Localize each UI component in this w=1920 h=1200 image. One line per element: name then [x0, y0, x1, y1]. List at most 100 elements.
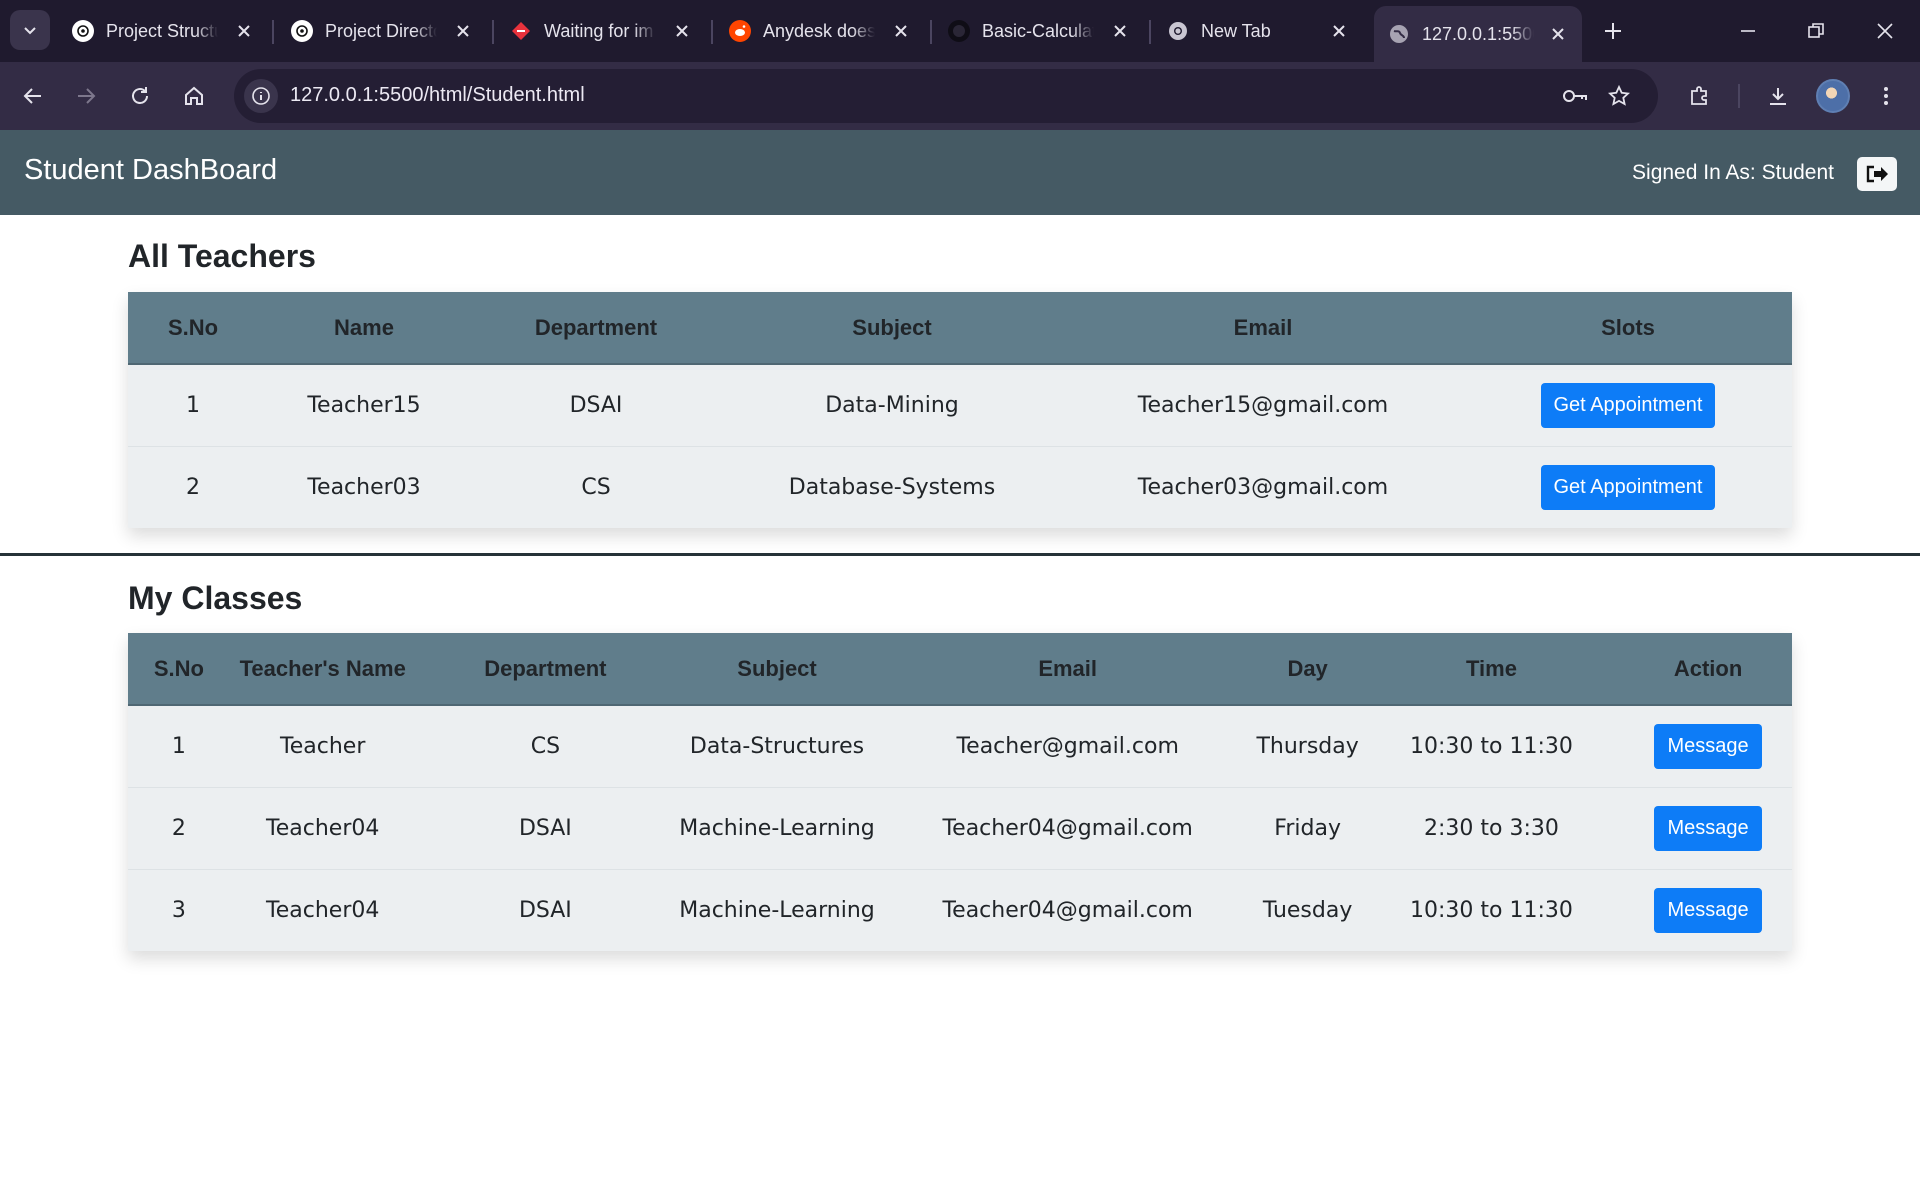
close-tab-icon[interactable]	[451, 19, 475, 43]
close-tab-icon[interactable]	[1327, 19, 1351, 43]
action-cell: Message	[1624, 705, 1792, 787]
table-row: 3 Teacher04 DSAI Machine-Learning Teache…	[128, 868, 1792, 951]
tab-title: Project Structu	[106, 20, 218, 41]
teacher-name-cell: Teacher	[280, 733, 366, 759]
column-header: Time	[1358, 633, 1625, 706]
minimize-button[interactable]	[1731, 14, 1765, 48]
close-icon	[1877, 23, 1893, 39]
logout-button[interactable]	[1857, 157, 1897, 191]
subject-cell: Data-Mining	[825, 392, 959, 418]
forward-button[interactable]	[68, 78, 104, 114]
table-header-row: S.No Teacher's Name Department Subject E…	[128, 633, 1792, 706]
subject-cell: Database-Systems	[722, 445, 1062, 528]
section-divider	[0, 553, 1920, 556]
password-key-button[interactable]	[1560, 81, 1590, 111]
subject-cell: Machine-Learning	[675, 868, 879, 951]
browser-menu-button[interactable]	[1868, 78, 1904, 114]
message-button[interactable]: Message	[1654, 805, 1762, 851]
minimize-icon	[1741, 30, 1755, 32]
column-header: Slots	[1464, 292, 1792, 365]
downloads-button[interactable]	[1760, 78, 1796, 114]
diamond-icon	[510, 20, 532, 42]
browser-tab-active[interactable]: 127.0.0.1:5500	[1374, 6, 1582, 62]
close-tab-icon[interactable]	[889, 19, 913, 43]
teacher-name-cell: Teacher04	[229, 868, 416, 951]
close-tab-icon[interactable]	[232, 19, 256, 43]
plus-icon	[1605, 23, 1621, 39]
slots-cell: Get Appointment	[1464, 364, 1792, 446]
browser-toolbar: 127.0.0.1:5500/html/Student.html	[0, 62, 1920, 130]
restore-icon	[1808, 23, 1824, 38]
subject-cell: Data-Structures	[689, 733, 865, 759]
slots-cell: Get Appointment	[1464, 445, 1792, 528]
close-tab-icon[interactable]	[670, 19, 694, 43]
browser-tab-3[interactable]: Waiting for im	[496, 8, 706, 54]
table-row: 1 Teacher CS Data-Structures Teacher@gma…	[128, 705, 1792, 787]
profile-avatar[interactable]	[1816, 79, 1850, 113]
sno-cell: 2	[128, 445, 258, 528]
all-teachers-heading: All Teachers	[128, 238, 316, 274]
message-button[interactable]: Message	[1654, 723, 1762, 769]
new-tab-button[interactable]	[1598, 16, 1628, 46]
close-tab-icon[interactable]	[1546, 22, 1570, 46]
column-header: Department	[415, 633, 676, 706]
get-appointment-button[interactable]: Get Appointment	[1540, 464, 1716, 510]
close-tab-icon[interactable]	[1108, 19, 1132, 43]
dashboard-title: Student DashBoard	[24, 154, 278, 186]
browser-tab-6[interactable]: New Tab	[1153, 8, 1363, 54]
star-icon	[1608, 85, 1630, 106]
column-header: S.No	[128, 292, 258, 365]
sno-cell: 3	[128, 868, 230, 951]
download-icon	[1770, 88, 1786, 105]
url-text[interactable]: 127.0.0.1:5500/html/Student.html	[290, 84, 585, 107]
get-appointment-button[interactable]: Get Appointment	[1540, 382, 1716, 428]
browser-tab-1[interactable]: Project Structu	[58, 8, 268, 54]
address-bar[interactable]: 127.0.0.1:5500/html/Student.html	[234, 69, 1658, 123]
email-cell: Teacher04@gmail.com	[878, 786, 1257, 869]
puzzle-icon	[1691, 86, 1707, 105]
department-cell: DSAI	[569, 392, 623, 418]
email-cell: Teacher04@gmail.com	[878, 868, 1257, 951]
time-cell: 10:30 to 11:30	[1410, 733, 1573, 759]
openai-icon	[291, 20, 313, 42]
tab-title: Basic-Calculat	[982, 20, 1094, 41]
restore-button[interactable]	[1799, 14, 1833, 48]
tab-separator	[930, 20, 932, 44]
tab-title: 127.0.0.1:5500	[1422, 23, 1534, 44]
sno-cell: 1	[186, 392, 200, 418]
column-header: Subject	[675, 633, 879, 706]
message-button[interactable]: Message	[1654, 887, 1762, 933]
department-cell: DSAI	[415, 786, 676, 869]
browser-tab-4[interactable]: Anydesk doesn	[715, 8, 925, 54]
home-button[interactable]	[176, 78, 212, 114]
reload-button[interactable]	[122, 78, 158, 114]
name-cell: Teacher03	[258, 445, 470, 528]
column-header: Department	[470, 292, 722, 365]
github-icon	[948, 20, 970, 42]
column-header: Email	[1062, 292, 1464, 365]
email-cell: Teacher03@gmail.com	[1062, 445, 1464, 528]
browser-tab-5[interactable]: Basic-Calculat	[934, 8, 1144, 54]
time-cell: 2:30 to 3:30	[1358, 786, 1625, 869]
site-info-button[interactable]	[244, 79, 278, 113]
extensions-button[interactable]	[1681, 78, 1717, 114]
time-cell: 10:30 to 11:30	[1358, 868, 1625, 951]
my-classes-heading: My Classes	[128, 580, 303, 616]
browser-tab-2[interactable]: Project Directo	[277, 8, 487, 54]
department-cell: DSAI	[415, 868, 676, 951]
tab-title: Project Directo	[325, 20, 437, 41]
bookmark-button[interactable]	[1604, 81, 1634, 111]
arrow-left-icon	[23, 88, 41, 104]
arrow-right-icon	[78, 88, 96, 104]
email-cell: Teacher@gmail.com	[956, 733, 1179, 759]
tab-separator	[492, 20, 494, 44]
tab-search-button[interactable]	[10, 10, 50, 50]
close-window-button[interactable]	[1868, 14, 1902, 48]
chrome-icon	[1167, 20, 1189, 42]
back-button[interactable]	[15, 78, 51, 114]
openai-icon	[72, 20, 94, 42]
tab-separator	[711, 20, 713, 44]
tab-title: New Tab	[1201, 20, 1271, 41]
toolbar-separator	[1738, 84, 1740, 108]
key-icon	[1563, 90, 1587, 102]
